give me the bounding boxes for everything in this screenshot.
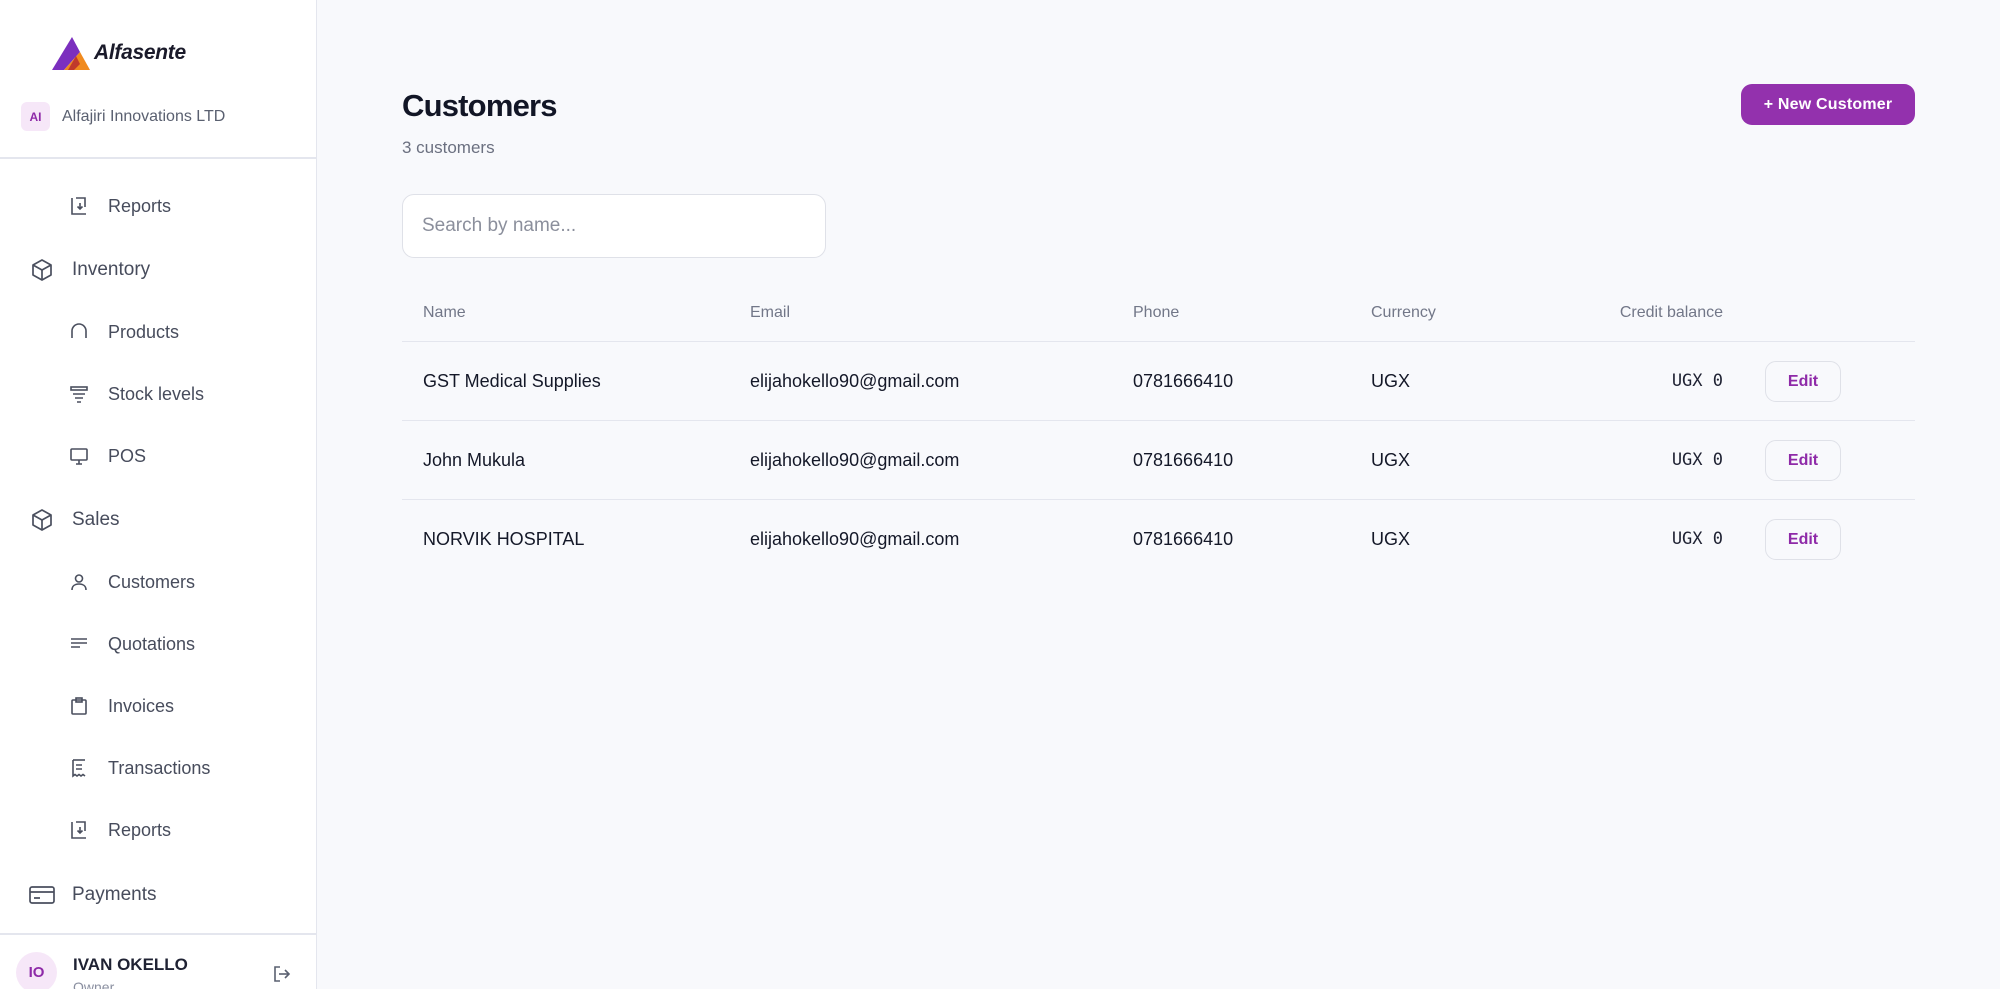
sidebar-item-label: Quotations bbox=[108, 633, 196, 654]
sidebar-item-label: Payments bbox=[72, 884, 157, 905]
table-row[interactable]: NORVIK HOSPITAL elijahokello90@gmail.com… bbox=[402, 500, 1915, 579]
edit-button[interactable]: Edit bbox=[1765, 361, 1841, 402]
customer-phone: 0781666410 bbox=[1133, 450, 1234, 470]
sidebar-item-label: Reports bbox=[108, 819, 172, 840]
sidebar-item-label: Transactions bbox=[108, 757, 211, 778]
sidebar-item-label: Invoices bbox=[108, 695, 175, 716]
sidebar-item-reports[interactable]: Reports bbox=[68, 195, 171, 217]
customer-email: elijahokello90@gmail.com bbox=[750, 371, 960, 391]
customer-credit-balance: UGX 0 bbox=[1671, 529, 1723, 549]
customer-count: 3 customers bbox=[402, 138, 495, 157]
table-row[interactable]: John Mukula elijahokello90@gmail.com 078… bbox=[402, 421, 1915, 500]
customer-name: NORVIK HOSPITAL bbox=[423, 529, 585, 549]
sidebar-item-inventory[interactable]: Inventory bbox=[29, 257, 150, 283]
sidebar-item-label: Products bbox=[108, 321, 180, 342]
sidebar-footer-divider bbox=[0, 933, 316, 935]
sidebar-divider bbox=[0, 157, 316, 159]
column-header-email[interactable]: Email bbox=[750, 304, 790, 322]
customer-email: elijahokello90@gmail.com bbox=[750, 450, 960, 470]
column-header-phone[interactable]: Phone bbox=[1133, 304, 1179, 322]
sidebar-item-stock-levels[interactable]: Stock levels bbox=[68, 383, 204, 405]
sidebar-item-products[interactable]: Products bbox=[68, 321, 179, 343]
lines-icon bbox=[68, 633, 90, 655]
user-name: IVAN OKELLO bbox=[73, 955, 188, 974]
search-input[interactable] bbox=[402, 194, 826, 258]
logout-icon[interactable] bbox=[272, 964, 292, 984]
column-header-currency[interactable]: Currency bbox=[1371, 304, 1436, 322]
sidebar-item-label: Sales bbox=[72, 509, 120, 530]
sidebar: Alfasente AI Alfajiri Innovations LTD Re… bbox=[0, 0, 317, 989]
edit-button[interactable]: Edit bbox=[1765, 440, 1841, 481]
sidebar-item-payments[interactable]: Payments bbox=[29, 882, 156, 908]
brand-name: Alfasente bbox=[94, 41, 186, 64]
customer-phone: 0781666410 bbox=[1133, 371, 1234, 391]
box-icon bbox=[29, 257, 55, 283]
customer-currency: UGX bbox=[1371, 529, 1411, 549]
sidebar-item-transactions[interactable]: Transactions bbox=[68, 757, 210, 779]
user-profile[interactable]: IO IVAN OKELLO Owner bbox=[16, 952, 188, 989]
edit-button[interactable]: Edit bbox=[1765, 519, 1841, 560]
customer-email: elijahokello90@gmail.com bbox=[750, 529, 960, 549]
table-header: Name Email Phone Currency Credit balance bbox=[402, 290, 1915, 342]
sidebar-item-customers[interactable]: Customers bbox=[68, 571, 195, 593]
sidebar-item-quotations[interactable]: Quotations bbox=[68, 633, 195, 655]
sidebar-item-label: Reports bbox=[108, 195, 172, 216]
receipt-icon bbox=[68, 757, 90, 779]
customer-credit-balance: UGX 0 bbox=[1671, 450, 1723, 470]
product-icon bbox=[68, 321, 90, 343]
customer-currency: UGX bbox=[1371, 371, 1411, 391]
sidebar-item-label: Customers bbox=[108, 571, 196, 592]
customer-name: John Mukula bbox=[423, 450, 526, 470]
customer-phone: 0781666410 bbox=[1133, 529, 1234, 549]
customer-name: GST Medical Supplies bbox=[423, 371, 601, 391]
monitor-icon bbox=[68, 445, 90, 467]
report-icon bbox=[68, 195, 90, 217]
box-icon bbox=[29, 507, 55, 533]
new-customer-button[interactable]: + New Customer bbox=[1741, 84, 1915, 125]
table-row[interactable]: GST Medical Supplies elijahokello90@gmai… bbox=[402, 342, 1915, 421]
org-switcher[interactable]: AI Alfajiri Innovations LTD bbox=[21, 102, 225, 131]
customer-credit-balance: UGX 0 bbox=[1671, 371, 1723, 391]
org-badge: AI bbox=[21, 102, 50, 131]
sidebar-item-sales[interactable]: Sales bbox=[29, 507, 120, 533]
customer-currency: UGX bbox=[1371, 450, 1411, 470]
column-header-name[interactable]: Name bbox=[423, 304, 466, 322]
brand-logo[interactable]: Alfasente bbox=[50, 34, 186, 72]
org-name: Alfajiri Innovations LTD bbox=[62, 107, 226, 125]
user-icon bbox=[68, 571, 90, 593]
clipboard-icon bbox=[68, 695, 90, 717]
sidebar-item-invoices[interactable]: Invoices bbox=[68, 695, 174, 717]
sidebar-item-pos[interactable]: POS bbox=[68, 445, 146, 467]
stock-icon bbox=[68, 383, 90, 405]
page-title: Customers bbox=[402, 88, 558, 123]
column-header-credit-balance[interactable]: Credit balance bbox=[1620, 304, 1723, 322]
user-role: Owner bbox=[73, 979, 115, 989]
customers-table: Name Email Phone Currency Credit balance… bbox=[402, 290, 1915, 579]
report-icon bbox=[68, 819, 90, 841]
sidebar-item-label: Inventory bbox=[72, 259, 151, 280]
alfasente-logo-icon bbox=[52, 37, 90, 70]
sidebar-item-label: Stock levels bbox=[108, 383, 205, 404]
sidebar-item-label: POS bbox=[108, 445, 147, 466]
app: Alfasente AI Alfajiri Innovations LTD Re… bbox=[0, 0, 2000, 989]
main-content: Customers 3 customers + New Customer Nam… bbox=[317, 0, 2000, 989]
sidebar-item-reports-sales[interactable]: Reports bbox=[68, 819, 171, 841]
avatar: IO bbox=[16, 952, 57, 989]
card-icon bbox=[29, 882, 55, 908]
